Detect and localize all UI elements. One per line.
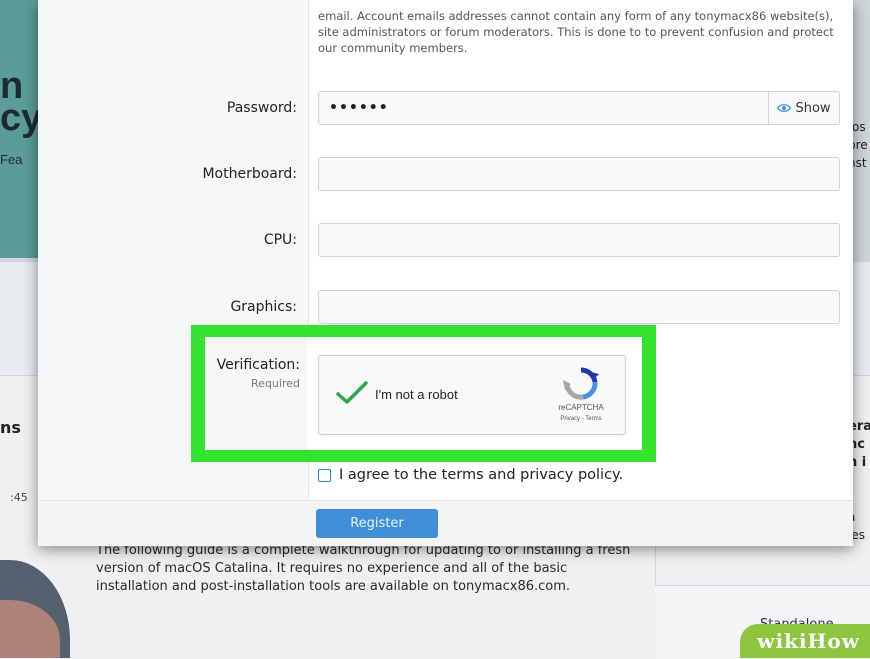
checkmark-icon[interactable] (335, 380, 369, 406)
graphics-field[interactable] (318, 290, 840, 324)
verification-highlight: Verification: Required I'm not a robot r… (191, 325, 656, 462)
hero-subtitle-fragment: Fea (0, 152, 23, 167)
verification-row: Verification: Required I'm not a robot r… (205, 337, 642, 450)
register-modal: email. Account emails addresses cannot c… (38, 0, 853, 546)
register-button[interactable]: Register (316, 509, 438, 538)
recaptcha-widget[interactable]: I'm not a robot reCAPTCHA Privacy - Term… (318, 355, 626, 435)
graphics-label: Graphics: (230, 299, 297, 315)
show-password-button[interactable]: Show (768, 92, 839, 124)
hero-title-fragment: n cy (0, 65, 43, 139)
recaptcha-label: I'm not a robot (375, 387, 458, 402)
terms-checkbox[interactable] (318, 468, 331, 482)
cpu-field[interactable] (318, 223, 840, 257)
verification-required: Required (251, 377, 300, 390)
verification-label: Verification: (216, 357, 300, 373)
terms-agreement[interactable]: I agree to the terms and privacy policy. (318, 467, 623, 483)
timestamp-fragment: :45 (10, 491, 28, 504)
modal-footer: Register (38, 500, 853, 546)
recaptcha-links[interactable]: Privacy - Terms (541, 416, 621, 422)
cpu-label: CPU: (263, 232, 297, 248)
recaptcha-brand: reCAPTCHA (558, 403, 604, 412)
email-note: email. Account emails addresses cannot c… (318, 9, 834, 55)
article-excerpt: The following guide is a complete walkth… (96, 543, 631, 594)
password-label: Password: (226, 100, 297, 116)
section-heading-fragment: ns (0, 418, 21, 437)
motherboard-label: Motherboard: (202, 166, 297, 182)
password-value: •••••• (329, 100, 389, 116)
show-password-label: Show (795, 100, 831, 116)
watermark-text: wikiHow (757, 629, 860, 653)
password-field[interactable]: •••••• Show (318, 91, 840, 125)
eye-icon (777, 104, 792, 112)
terms-label[interactable]: I agree to the terms and privacy policy. (339, 467, 623, 483)
watermark-badge: wikiHow (740, 624, 870, 658)
recaptcha-logo-icon (563, 367, 599, 400)
motherboard-field[interactable] (318, 157, 840, 191)
verification-field-area: I'm not a robot reCAPTCHA Privacy - Term… (307, 337, 642, 450)
